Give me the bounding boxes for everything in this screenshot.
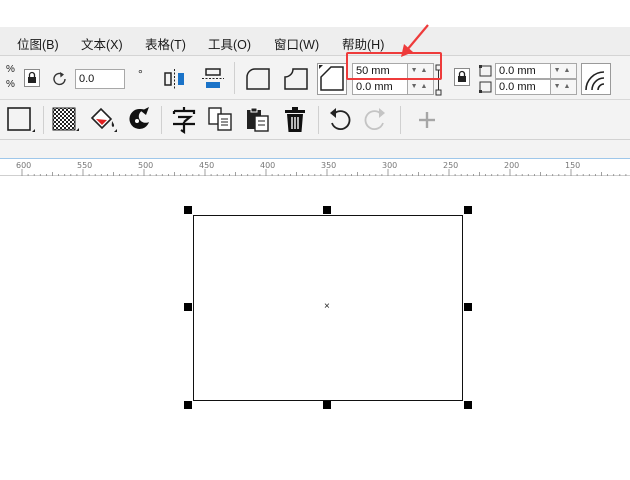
undo-icon[interactable] — [327, 107, 353, 133]
menu-table[interactable]: 表格(T) — [145, 34, 186, 53]
color-eyedropper-icon[interactable] — [125, 106, 153, 134]
selection-handle-top-middle[interactable] — [323, 206, 331, 214]
add-plus-icon[interactable] — [416, 109, 438, 131]
outline-rectangle-icon[interactable] — [6, 106, 36, 134]
ruler-label: 600 — [16, 161, 32, 170]
separator — [161, 106, 162, 134]
separator — [43, 106, 44, 134]
property-bar: % % 0.0 ° 50 mm ▼▲ 0.0 mm ▼▲ 0.0 mm ▼▲ 0… — [0, 56, 630, 100]
ruler-label: 200 — [504, 161, 520, 170]
delete-trash-icon[interactable] — [282, 106, 308, 134]
paste-icon[interactable] — [244, 106, 272, 134]
redo-icon[interactable] — [362, 107, 388, 133]
ruler-ticks — [21, 169, 627, 177]
degree-symbol: ° — [138, 67, 143, 81]
selection-handle-bottom-middle[interactable] — [323, 401, 331, 409]
selection-handle-bottom-left[interactable] — [184, 401, 192, 409]
copy-properties-icon[interactable] — [207, 106, 235, 134]
menu-bar: 位图(B) 文本(X) 表格(T) 工具(O) 窗口(W) 帮助(H) — [0, 27, 630, 56]
menu-bitmap[interactable]: 位图(B) — [17, 34, 59, 53]
ruler-label: 450 — [199, 161, 215, 170]
separator — [234, 62, 235, 94]
text-character-icon[interactable] — [170, 105, 198, 135]
horizontal-ruler[interactable]: 600 550 500 450 400 350 300 250 200 150 — [0, 158, 630, 177]
scale-percent-bottom: % — [6, 79, 15, 90]
mirror-vertical-icon[interactable] — [200, 67, 226, 91]
corner-right-bottom-spinner[interactable]: ▼▲ — [551, 79, 577, 95]
round-corner-icon[interactable] — [244, 66, 272, 92]
rotate-icon — [53, 72, 66, 86]
secondary-toolbar — [0, 100, 630, 140]
corner-radius-bottom-input[interactable]: 0.0 mm — [352, 79, 408, 95]
selection-handle-middle-left[interactable] — [184, 303, 192, 311]
menu-tools[interactable]: 工具(O) — [208, 34, 251, 53]
callout-arrow-icon — [401, 24, 429, 57]
corner-right-top-spinner[interactable]: ▼▲ — [551, 63, 577, 79]
corner-selector-icon — [479, 65, 492, 93]
corner-right-top-input[interactable]: 0.0 mm — [495, 63, 551, 79]
ruler-label: 350 — [321, 161, 337, 170]
ruler-label: 500 — [138, 161, 154, 170]
relative-corner-scale-icon[interactable] — [581, 63, 611, 95]
transparency-icon[interactable] — [52, 107, 80, 133]
separator — [400, 106, 401, 134]
chamfered-corner-icon[interactable] — [317, 63, 347, 95]
title-strip — [0, 0, 630, 27]
ruler-label: 250 — [443, 161, 459, 170]
menu-help[interactable]: 帮助(H) — [342, 34, 384, 53]
selection-handle-top-left[interactable] — [184, 206, 192, 214]
menu-text[interactable]: 文本(X) — [81, 34, 123, 53]
corner-radius-bottom-spinner[interactable]: ▼▲ — [408, 79, 434, 95]
fill-bucket-icon[interactable] — [88, 106, 118, 134]
separator — [318, 106, 319, 134]
corner-right-bottom-input[interactable]: 0.0 mm — [495, 79, 551, 95]
scale-percent-top: % — [6, 64, 15, 75]
lock-corners-icon[interactable] — [454, 68, 470, 86]
rotation-input[interactable]: 0.0 — [75, 69, 125, 89]
ruler-label: 300 — [382, 161, 398, 170]
center-mark-icon: × — [324, 301, 330, 312]
ruler-label: 400 — [260, 161, 276, 170]
selection-handle-bottom-right[interactable] — [464, 401, 472, 409]
ruler-label: 150 — [565, 161, 581, 170]
selection-handle-top-right[interactable] — [464, 206, 472, 214]
menu-window[interactable]: 窗口(W) — [274, 34, 319, 53]
mirror-horizontal-icon[interactable] — [162, 67, 188, 91]
scalloped-corner-icon[interactable] — [282, 66, 310, 92]
lock-ratio-icon[interactable] — [24, 69, 40, 87]
ruler-label: 550 — [77, 161, 93, 170]
toolbar-spacer — [0, 140, 630, 158]
selection-handle-middle-right[interactable] — [464, 303, 472, 311]
